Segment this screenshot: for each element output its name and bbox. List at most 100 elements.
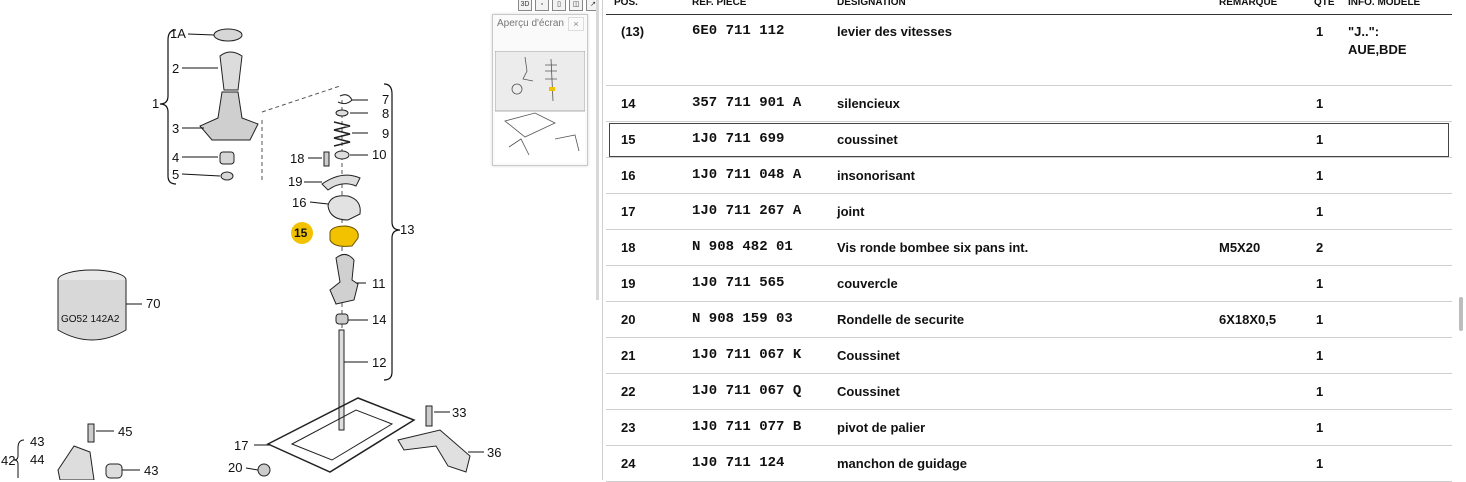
view-mode-button[interactable]: ▫	[535, 0, 549, 11]
cell-qte: 1	[1316, 276, 1324, 291]
view-split-button[interactable]: ▯	[552, 0, 566, 11]
part-14-silencer[interactable]	[335, 313, 349, 325]
label-45[interactable]: 45	[118, 424, 132, 439]
label-10[interactable]: 10	[372, 147, 386, 162]
cell-designation: couvercle	[837, 276, 898, 291]
cell-designation: manchon de guidage	[837, 456, 968, 471]
header-remarque[interactable]: REMARQUE	[1219, 0, 1277, 8]
label-2[interactable]: 2	[172, 61, 179, 76]
label-11[interactable]: 11	[372, 276, 386, 291]
label-12[interactable]: 12	[372, 355, 386, 370]
cell-qte: 1	[1316, 420, 1324, 435]
cell-ref: 1J0 711 077 B	[692, 419, 802, 435]
label-43b[interactable]: 43	[144, 463, 158, 478]
label-3[interactable]: 3	[172, 121, 179, 136]
cell-ref: 1J0 711 565	[692, 275, 785, 291]
label-44[interactable]: 44	[30, 452, 44, 467]
label-1a[interactable]: 1A	[170, 26, 186, 41]
label-15[interactable]: 15	[294, 226, 308, 240]
cell-ref: N 908 159 03	[692, 311, 793, 327]
part-8-washer[interactable]	[335, 109, 349, 117]
cell-designation: silencieux	[837, 96, 900, 111]
part-7-clip[interactable]	[337, 94, 353, 105]
part-18-screw[interactable]	[323, 151, 330, 167]
part-15-bushing[interactable]	[329, 225, 359, 247]
table-row[interactable]: 21 1J0 711 067 K Coussinet 1	[606, 338, 1452, 374]
view-3d-button[interactable]: 3D	[518, 0, 532, 11]
cell-qte: 1	[1316, 24, 1324, 39]
part-11-lever-head[interactable]	[329, 254, 359, 305]
label-36[interactable]: 36	[487, 445, 501, 460]
label-16[interactable]: 16	[292, 195, 306, 210]
table-row[interactable]: 22 1J0 711 067 Q Coussinet 1	[606, 374, 1452, 410]
label-7[interactable]: 7	[382, 92, 389, 107]
cell-pos: 21	[621, 348, 636, 363]
label-43a[interactable]: 43	[30, 434, 44, 449]
table-row[interactable]: 16 1J0 711 048 A insonorisant 1	[606, 158, 1452, 194]
part-1a-cap[interactable]	[213, 28, 243, 42]
part-70-body[interactable]	[57, 280, 127, 341]
close-icon[interactable]: ×	[568, 17, 584, 31]
table-row[interactable]: 14 357 711 901 A silencieux 1	[606, 86, 1452, 122]
part-12-rod[interactable]	[338, 329, 345, 431]
view-panel-button[interactable]: ◫	[569, 0, 583, 11]
part-4[interactable]	[219, 151, 235, 165]
header-designation[interactable]: DESIGNATION	[837, 0, 906, 8]
divider	[602, 0, 603, 480]
cell-ref: 1J0 711 067 Q	[692, 383, 802, 399]
cell-ref: 1J0 711 124	[692, 455, 785, 471]
part-36-bracket[interactable]	[397, 429, 471, 473]
cell-pos: (13)	[621, 24, 645, 39]
label-19[interactable]: 19	[288, 174, 302, 189]
table-row[interactable]: 19 1J0 711 565 couvercle 1	[606, 266, 1452, 302]
part-42-bracket[interactable]	[57, 445, 95, 480]
screen-preview-panel[interactable]: Aperçu d'écran ×	[492, 14, 588, 166]
label-4[interactable]: 4	[172, 150, 179, 165]
table-row[interactable]: 23 1J0 711 077 B pivot de palier 1	[606, 410, 1452, 446]
part-33-bolt[interactable]	[425, 405, 433, 427]
label-20[interactable]: 20	[228, 460, 242, 475]
table-row[interactable]: 17 1J0 711 267 A joint 1	[606, 194, 1452, 230]
part-43-bushing[interactable]	[105, 463, 123, 479]
table-row[interactable]: (13) 6E0 711 112 levier des vitesses 1 "J.."…	[606, 14, 1452, 86]
parts-diagram-pane[interactable]: GO52 142A2 1A 2 1 3 4 5 7 8 9 10 18 19 1…	[0, 0, 598, 480]
selected-row-outline	[609, 123, 1449, 157]
cell-info: "J..":	[1348, 24, 1380, 39]
scrollbar-thumb[interactable]	[1459, 297, 1463, 331]
label-9[interactable]: 9	[382, 126, 389, 141]
header-pos[interactable]: POS.	[614, 0, 638, 8]
cell-qte: 2	[1316, 240, 1324, 255]
label-18[interactable]: 18	[290, 151, 304, 166]
part-10[interactable]	[334, 150, 350, 160]
part-20-washer[interactable]	[257, 463, 271, 477]
pane-splitter[interactable]	[596, 0, 599, 300]
header-ref[interactable]: REF. PIECE	[692, 0, 746, 8]
part-16-insulator[interactable]	[327, 195, 361, 221]
part-45-bolt[interactable]	[87, 423, 95, 443]
header-info[interactable]: INFO. MODELE	[1348, 0, 1420, 8]
part-5[interactable]	[220, 171, 234, 181]
label-17[interactable]: 17	[234, 438, 248, 453]
cell-pos: 24	[621, 456, 636, 471]
label-5[interactable]: 5	[172, 167, 179, 182]
table-row[interactable]: 24 1J0 711 124 manchon de guidage 1	[606, 446, 1452, 482]
header-qte[interactable]: QTE	[1314, 0, 1335, 8]
label-42[interactable]: 42	[1, 453, 15, 468]
label-33[interactable]: 33	[452, 405, 466, 420]
label-14[interactable]: 14	[372, 312, 386, 327]
scrollbar[interactable]	[1456, 0, 1466, 480]
cell-ref: 1J0 711 048 A	[692, 167, 802, 183]
part-2-knob[interactable]	[219, 51, 243, 91]
part-19-cover[interactable]	[321, 174, 361, 191]
label-1[interactable]: 1	[152, 96, 159, 111]
label-8[interactable]: 8	[382, 106, 389, 121]
label-70[interactable]: 70	[146, 296, 160, 311]
cell-designation: Coussinet	[837, 348, 900, 363]
label-13[interactable]: 13	[400, 222, 414, 237]
parts-table: POS. REF. PIECE DESIGNATION REMARQUE QTE…	[606, 0, 1452, 482]
preview-thumbnail[interactable]	[495, 51, 585, 163]
part-70-text: GO52 142A2	[61, 314, 120, 325]
table-row[interactable]: 18 N 908 482 01 Vis ronde bombee six pans …	[606, 230, 1452, 266]
table-row[interactable]: 20 N 908 159 03 Rondelle de securite 6X18X0…	[606, 302, 1452, 338]
part-3-boot[interactable]	[199, 91, 259, 141]
